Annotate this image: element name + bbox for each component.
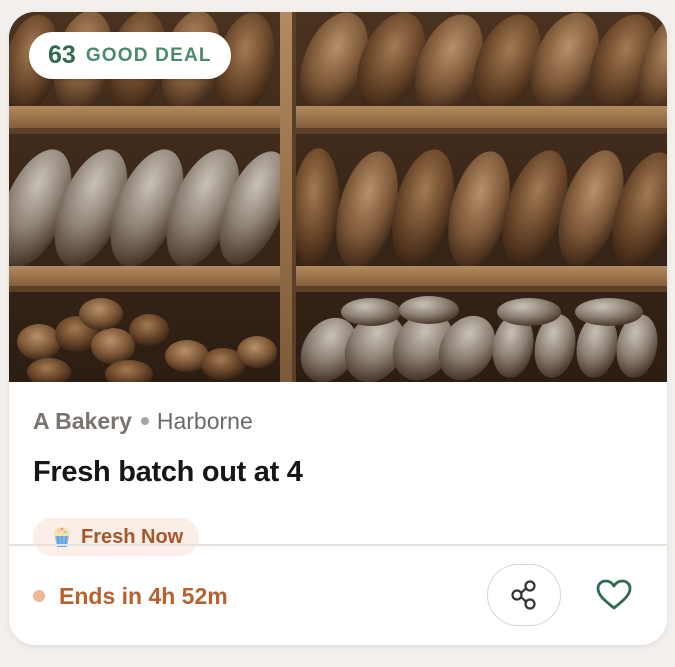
deal-details: A Bakery Harborne Fresh batch out at 4 F… <box>33 404 643 556</box>
share-button[interactable] <box>487 564 561 626</box>
share-icon <box>511 580 536 610</box>
separator-dot <box>140 417 149 425</box>
deal-score-label: GOOD DEAL <box>85 44 212 66</box>
vendor-location: Harborne <box>156 407 253 434</box>
card-divider <box>9 544 667 546</box>
timer-dot <box>33 590 45 602</box>
favorite-button[interactable] <box>583 564 645 626</box>
deal-meta: A Bakery Harborne <box>33 404 643 438</box>
ends-countdown: Ends in 4h 52m <box>59 582 228 609</box>
deal-score-badge: 63 GOOD DEAL <box>29 32 231 79</box>
deal-title: Fresh batch out at 4 <box>33 456 303 488</box>
deal-card[interactable]: 63 GOOD DEAL A Bakery Harborne Fresh bat… <box>9 12 667 645</box>
heart-icon <box>596 579 632 610</box>
deal-image: 63 GOOD DEAL <box>9 12 667 382</box>
deal-score: 63 <box>48 41 76 69</box>
deal-footer: Ends in 4h 52m <box>33 564 643 628</box>
fresh-now-tag: Fresh Now <box>33 518 200 556</box>
vendor-name[interactable]: A Bakery <box>33 408 132 435</box>
